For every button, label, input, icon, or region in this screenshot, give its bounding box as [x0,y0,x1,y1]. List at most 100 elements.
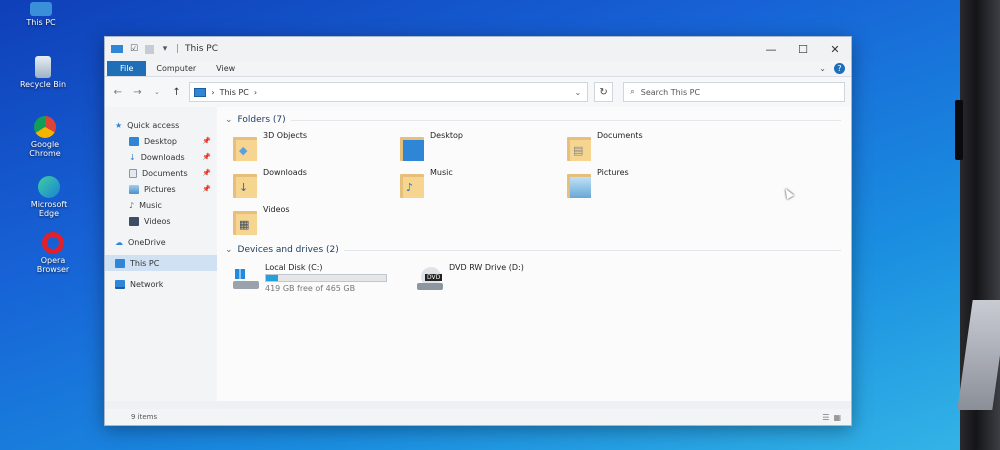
drive-label: DVD RW Drive (D:) [449,263,524,272]
address-bar[interactable]: › This PC › ⌄ [189,82,588,102]
sidebar-item-this-pc[interactable]: This PC [105,255,217,271]
minimize-button[interactable]: — [755,39,787,59]
pin-icon[interactable]: 📌 [202,137,211,145]
desktop-icon-this-pc[interactable]: This PC [6,2,76,27]
recent-locations-button[interactable]: ⌄ [150,88,164,96]
tab-file[interactable]: File [107,61,147,76]
folders-header-label: Folders (7) [237,115,286,125]
this-pc-icon [194,87,207,97]
folders-group-header[interactable]: ⌄ Folders (7) [225,113,851,127]
new-folder-icon[interactable] [145,44,154,54]
search-input[interactable]: ⌕ Search This PC [623,82,845,102]
folder-music[interactable]: ♪ Music [400,168,567,202]
folder-label: Videos [263,205,290,214]
sidebar-item-music[interactable]: ♪ Music [105,197,217,213]
pin-icon[interactable]: 📌 [202,153,211,161]
music-folder-icon: ♪ [400,172,424,198]
maximize-button[interactable]: ☐ [787,39,819,59]
drive-local-disk-c[interactable]: Local Disk (C:) 419 GB free of 465 GB [233,263,401,293]
desktop-icon-label: Recycle Bin [19,80,67,89]
folder-desktop[interactable]: Desktop [400,131,567,165]
tab-view[interactable]: View [206,61,245,76]
sidebar-item-label: Quick access [127,120,180,130]
pin-icon[interactable]: 📌 [202,185,211,193]
drives-group-header[interactable]: ⌄ Devices and drives (2) [225,243,851,257]
sidebar-item-label: Videos [144,216,171,226]
search-placeholder: Search This PC [640,87,701,97]
videos-icon [129,216,139,226]
folder-documents[interactable]: ▤ Documents [567,131,734,165]
content-pane: ⌄ Folders (7) ◆ 3D Objects Desktop ▤ Doc… [217,107,851,401]
breadcrumb-this-pc[interactable]: This PC [220,88,249,97]
folder-pictures[interactable]: Pictures [567,168,734,202]
sidebar-item-onedrive[interactable]: ☁ OneDrive [105,234,217,250]
header-divider [343,249,841,251]
this-pc-icon [111,45,123,53]
chrome-icon [34,116,56,138]
collapse-chevron-icon[interactable]: ⌄ [225,245,233,255]
drives-header-label: Devices and drives (2) [237,245,339,255]
navigation-bar: ← → ⌄ ↑ › This PC › ⌄ ↻ ⌕ Search This PC [105,77,851,107]
folder-label: Pictures [597,168,629,177]
customize-chevron-icon[interactable]: ▾ [159,44,171,55]
title-bar: ☑ ▾ | This PC — ☐ ✕ [105,37,851,61]
sidebar-item-label: Network [130,279,164,289]
properties-icon[interactable]: ☑ [128,44,140,55]
desktop-icon-opera[interactable]: Opera Browser [18,232,88,274]
desktop-icon-edge[interactable]: Microsoft Edge [14,176,84,218]
breadcrumb-chevron-icon[interactable]: › [254,88,257,97]
dvd-drive-icon: DVD [417,267,443,291]
desktop: This PC Recycle Bin Google Chrome Micros… [0,0,975,450]
computer-icon [30,2,52,16]
folder-label: Desktop [430,131,463,140]
sidebar-item-documents[interactable]: Documents 📌 [105,165,217,181]
folder-3d-objects[interactable]: ◆ 3D Objects [233,131,400,165]
drive-usage-bar [265,274,387,282]
status-bar: 9 items ☰ ▦ [105,409,851,425]
recycle-bin-icon [35,56,51,78]
folder-label: Downloads [263,168,307,177]
folder-grid: ◆ 3D Objects Desktop ▤ Documents ↓ Downl… [233,131,851,239]
up-button[interactable]: ↑ [170,87,184,98]
desktop-folder-icon [400,135,424,161]
sidebar-item-videos[interactable]: Videos [105,213,217,229]
sidebar-item-network[interactable]: Network [105,276,217,292]
header-divider [290,119,841,121]
address-dropdown-button[interactable]: ⌄ [569,88,587,97]
sidebar-item-label: Pictures [144,184,176,194]
sidebar-item-quick-access[interactable]: ★ Quick access [105,117,217,133]
desktop-icon-label: This PC [26,18,56,27]
sidebar-item-pictures[interactable]: Pictures 📌 [105,181,217,197]
drive-dvd-rw-d[interactable]: DVD DVD RW Drive (D:) [417,263,524,293]
drive-usage-fill [266,275,278,281]
close-button[interactable]: ✕ [819,39,851,59]
details-view-icon[interactable]: ☰ [822,413,829,422]
sidebar-item-label: Documents [142,168,188,178]
desktop-icon-recycle-bin[interactable]: Recycle Bin [8,56,78,89]
sidebar-item-desktop[interactable]: Desktop 📌 [105,133,217,149]
collapse-chevron-icon[interactable]: ⌄ [225,115,233,125]
desktop-icon-label: Google Chrome [29,140,61,158]
forward-button[interactable]: → [131,87,145,98]
large-icons-view-icon[interactable]: ▦ [833,413,841,422]
expand-ribbon-icon[interactable]: ⌄ [819,64,826,73]
sidebar-item-label: Music [139,200,162,210]
desktop-icon-chrome[interactable]: Google Chrome [10,116,80,158]
pin-icon[interactable]: 📌 [202,169,211,177]
documents-folder-icon: ▤ [567,135,591,161]
sidebar-item-label: Desktop [144,136,177,146]
back-button[interactable]: ← [111,87,125,98]
sidebar-item-label: Downloads [140,152,185,162]
computer-icon [115,258,125,268]
refresh-button[interactable]: ↻ [593,82,614,102]
downloads-folder-icon: ↓ [233,172,257,198]
help-icon[interactable]: ? [834,63,845,74]
cloud-icon: ☁ [115,237,123,247]
folder-label: Documents [597,131,643,140]
folder-label: Music [430,168,453,177]
folder-videos[interactable]: ▦ Videos [233,205,400,239]
sidebar-item-downloads[interactable]: ↓ Downloads 📌 [105,149,217,165]
folder-downloads[interactable]: ↓ Downloads [233,168,400,202]
tab-computer[interactable]: Computer [146,61,206,76]
sidebar-item-label: This PC [130,258,160,268]
